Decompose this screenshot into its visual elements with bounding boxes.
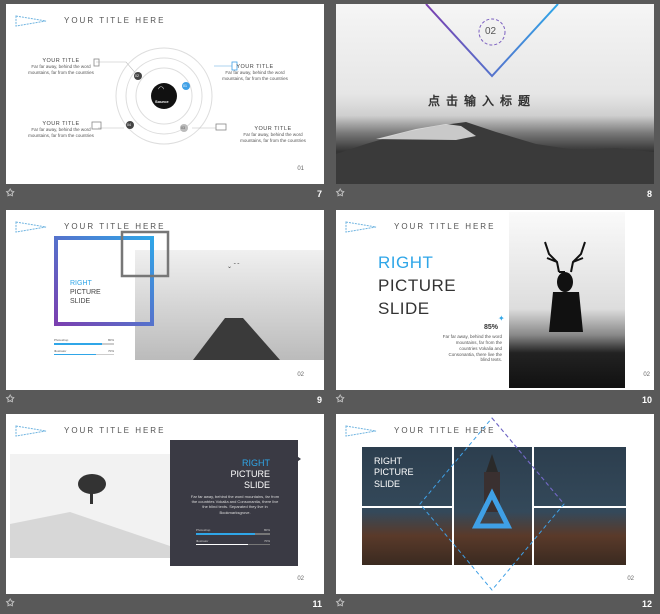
item-desc: Far far away, behind the word mountains,… xyxy=(28,127,94,138)
title-line-3: SLIDE xyxy=(70,297,91,305)
slide-number: 12 xyxy=(641,599,652,609)
title-line-3: SLIDE xyxy=(243,479,270,490)
bar1-label: Photoshop xyxy=(54,338,69,342)
item-bottom-left: YOUR TITLE Far far away, behind the word… xyxy=(28,121,94,139)
title-line-2: PICTURE xyxy=(70,288,101,296)
deer-silhouette xyxy=(544,241,586,332)
page-number: 02 xyxy=(643,372,650,378)
badge-04: 04 xyxy=(127,123,131,127)
plus-icon: ✦ xyxy=(498,314,505,323)
item-desc: Far far away, behind the word mountains,… xyxy=(222,70,288,81)
item-top-left: YOUR TITLE Far far away, behind the word… xyxy=(28,58,94,76)
center-label: Source xyxy=(155,99,169,104)
slide-11-footer: ✩ 11 xyxy=(6,594,324,614)
slide-title: YOUR TITLE HERE xyxy=(394,222,496,231)
star-icon[interactable]: ✩ xyxy=(6,188,14,199)
title-line-1: RIGHT xyxy=(374,456,402,466)
title-line-2: PICTURE xyxy=(230,468,270,479)
logo-icon xyxy=(15,425,47,437)
bar1-value: 80% xyxy=(263,528,270,532)
bar2-fill xyxy=(54,353,96,355)
slide-8[interactable]: 02 点击输入标题 xyxy=(336,4,654,184)
panel-title: RIGHT PICTURE SLIDE xyxy=(220,458,270,490)
bar2-label: Illustrator xyxy=(196,538,209,543)
slide-9[interactable]: YOUR TITLE HERE ⌄ ˇ ˇ RIGHT PICTURE SLID… xyxy=(6,210,324,390)
slide-9-footer: ✩ 9 xyxy=(6,390,324,410)
item-top-right: YOUR TITLE Far far away, behind the word… xyxy=(220,64,290,82)
bar1-value: 80% xyxy=(107,338,114,342)
slide-11[interactable]: YOUR TITLE HERE RIGHT PICTURE SLIDE Far … xyxy=(6,414,324,594)
slide-title: YOUR TITLE HERE xyxy=(64,426,166,435)
slide-number: 11 xyxy=(312,599,322,609)
page-number: 01 xyxy=(297,166,304,172)
slide-7[interactable]: YOUR TITLE HERE ◠ Source 02 01 04 03 YOU… xyxy=(6,4,324,184)
bar2-value: 70% xyxy=(107,348,114,353)
section-badge: 02 xyxy=(485,26,497,37)
bar1-fill xyxy=(54,343,102,345)
progress-bars: Photoshop 80% Illustrator 70% xyxy=(196,528,270,545)
slide-number: 9 xyxy=(316,395,322,405)
tree-shape xyxy=(10,474,170,558)
slide-12-footer: ✩ 12 xyxy=(336,594,654,614)
slide-7-footer: ✩ 7 xyxy=(6,184,324,204)
slide-desc: Far far away, behind the word mountains,… xyxy=(442,334,502,363)
star-icon[interactable]: ✩ xyxy=(336,188,344,199)
star-icon[interactable]: ✩ xyxy=(6,394,14,405)
slide-number: 10 xyxy=(641,395,652,405)
wifi-icon: ◠ xyxy=(158,86,165,93)
title-line-3: SLIDE xyxy=(378,298,430,318)
star-icon[interactable]: ✩ xyxy=(336,394,344,405)
panel-arrow xyxy=(294,454,301,464)
bar2-value: 70% xyxy=(263,538,270,543)
frame-graphic xyxy=(54,230,170,326)
item-desc: Far far away, behind the word mountains,… xyxy=(28,64,94,75)
slide-8-footer: ✩ 8 xyxy=(336,184,654,204)
star-icon[interactable]: ✩ xyxy=(336,598,344,609)
big-title: RIGHT PICTURE SLIDE xyxy=(378,252,456,321)
bar2-fill xyxy=(196,543,248,545)
bar1-label: Photoshop xyxy=(196,528,211,532)
title-line-1: RIGHT xyxy=(70,280,92,287)
slide-12[interactable]: YOUR TITLE HERE RIGHT PICTURE SLIDE 02 xyxy=(336,414,654,594)
badge-01: 01 xyxy=(183,84,187,88)
item-bottom-right: YOUR TITLE Far far away, behind the word… xyxy=(238,126,308,144)
slide-heading: 点击输入标题 xyxy=(428,94,537,108)
panel-desc: Far far away, behind the word mountains,… xyxy=(190,494,280,515)
title-line-1: RIGHT xyxy=(378,253,434,272)
slide-10-footer: ✩ 10 xyxy=(336,390,654,410)
title-line-3: SLIDE xyxy=(374,478,401,489)
title-line-1: RIGHT xyxy=(242,458,270,468)
slide-number: 7 xyxy=(316,189,322,199)
page-number: 02 xyxy=(297,576,304,582)
item-desc: Far far away, behind the word mountains,… xyxy=(240,132,306,143)
page-number: 02 xyxy=(297,372,304,378)
progress-bars: Photoshop 80% Illustrator 70% xyxy=(54,338,114,355)
slide-10[interactable]: YOUR TITLE HERE RIGHT PICTURE SLIDE ✦ 85… xyxy=(336,210,654,390)
frame-title: RIGHT PICTURE SLIDE xyxy=(70,280,101,306)
photo-title: RIGHT PICTURE SLIDE xyxy=(374,456,414,490)
slide-number: 8 xyxy=(646,189,652,199)
badge-03: 03 xyxy=(181,126,185,130)
badge-02: 02 xyxy=(135,74,139,78)
photo-grid-lines xyxy=(362,417,626,591)
star-icon[interactable]: ✩ xyxy=(6,598,14,609)
bar1-fill xyxy=(196,533,256,535)
page-number: 02 xyxy=(627,576,634,582)
percent-value: 85% xyxy=(484,324,499,331)
orbit-diagram xyxy=(91,47,238,145)
title-line-2: PICTURE xyxy=(378,275,457,295)
bar2-label: Illustrator xyxy=(54,348,67,353)
title-line-2: PICTURE xyxy=(374,467,414,478)
logo-icon xyxy=(345,221,377,233)
